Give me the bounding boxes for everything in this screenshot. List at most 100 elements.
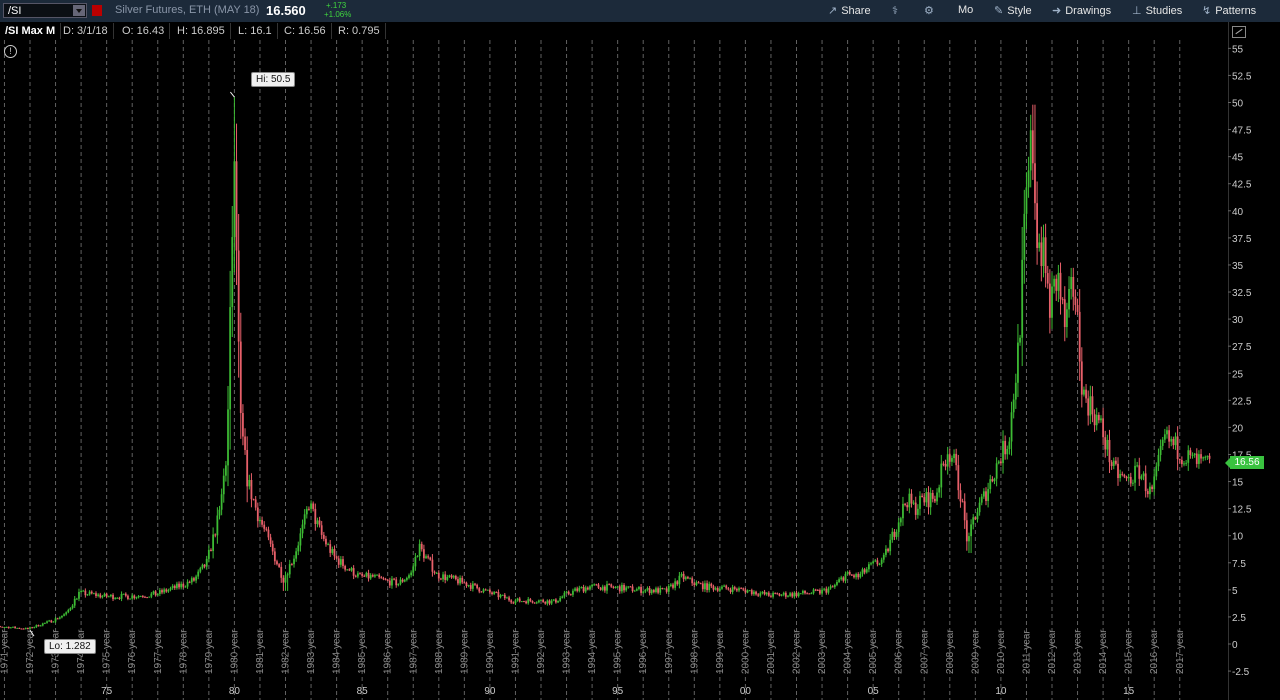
candle-body-up <box>303 514 306 525</box>
candle-body-up <box>1070 276 1073 290</box>
candle-body-down <box>20 628 23 630</box>
candle-body-up <box>938 487 941 493</box>
info-high: H: 16.895 <box>172 23 231 39</box>
year-label: 2014 year <box>1098 629 1109 674</box>
candle-body-up <box>3 626 6 628</box>
candle-body-down <box>961 501 964 503</box>
y-tick-label: 27.5 <box>1232 342 1252 353</box>
candle-body-up <box>163 589 166 593</box>
candle-body-up <box>327 544 329 546</box>
candle-body-down <box>691 578 694 584</box>
candle-body-up <box>731 587 734 592</box>
candle-body-down <box>99 594 102 598</box>
candle-body-down <box>290 564 293 566</box>
change-absolute: +.173 <box>326 1 347 10</box>
candle-body-up <box>759 593 762 596</box>
candle-body-down <box>478 588 481 592</box>
candle-body-down <box>239 341 242 414</box>
symbol-dropdown-icon[interactable] <box>73 5 85 16</box>
candle-body-up <box>968 536 970 542</box>
candle-body-up <box>122 593 125 595</box>
timeframe-button[interactable]: Mo <box>958 4 973 16</box>
year-label: 2005 year <box>868 629 879 674</box>
candle-body-up <box>970 524 972 537</box>
candle-body-down <box>687 577 689 579</box>
candle-body-up <box>35 625 38 628</box>
style-button[interactable]: ✎ Style <box>994 4 1032 17</box>
candle-body-down <box>510 600 513 603</box>
candle-body-down <box>450 575 453 578</box>
candle-body-down <box>763 591 766 595</box>
candle-body-down <box>582 586 585 592</box>
candle-body-down <box>431 559 434 572</box>
candle-body-up <box>982 491 985 497</box>
candle-body-down <box>1114 460 1117 464</box>
candle-body-down <box>388 580 391 586</box>
candle-body-up <box>793 592 796 597</box>
candle-body-down <box>267 529 270 538</box>
candle-body-down <box>676 581 679 585</box>
settings-button[interactable]: ⚙ <box>924 4 938 17</box>
y-tick-label: 20 <box>1232 423 1244 434</box>
candle-body-up <box>789 593 792 596</box>
expand-icon[interactable] <box>1232 26 1246 38</box>
candle-body-down <box>727 588 730 590</box>
flask-button[interactable]: ⚕ <box>892 4 902 17</box>
candle-body-down <box>1102 418 1104 438</box>
candle-body-up <box>633 590 636 592</box>
year-label: 1987 year <box>408 629 419 674</box>
candle-body-up <box>506 597 508 599</box>
year-label: 1980 year <box>229 629 240 674</box>
symbol-input[interactable]: /SI <box>3 3 87 18</box>
candle-body-down <box>469 585 472 589</box>
candle-body-down <box>1104 437 1107 450</box>
candle-body-up <box>840 577 843 580</box>
candle-body-down <box>701 583 704 590</box>
candle-body-down <box>965 520 968 542</box>
share-button[interactable]: ↗ Share <box>828 4 871 17</box>
candle-body-down <box>1125 476 1128 479</box>
candle-body-down <box>278 564 281 567</box>
candle-body-down <box>985 491 987 501</box>
year-label: 1988 year <box>434 629 445 674</box>
candle-body-down <box>742 588 745 590</box>
candle-body-down <box>1123 474 1126 477</box>
candle-body-down <box>337 558 340 565</box>
candle-body-down <box>1144 473 1147 492</box>
candle-body-down <box>1108 439 1111 463</box>
year-label: 1989 year <box>459 629 470 674</box>
candle-body-down <box>237 250 240 342</box>
candle-body-up <box>227 409 229 466</box>
candle-body-up <box>356 573 359 577</box>
drawings-button[interactable]: ➜ Drawings <box>1052 4 1111 17</box>
info-icon[interactable]: ! <box>4 45 17 58</box>
candle-body-up <box>550 600 553 604</box>
candle-body-up <box>919 495 921 509</box>
candle-body-down <box>497 592 500 598</box>
candle-body-up <box>486 589 489 591</box>
patterns-button[interactable]: ↯ Patterns <box>1202 4 1256 17</box>
last-price-tag: 16.56 <box>1225 456 1264 469</box>
candle-body-down <box>214 534 217 536</box>
candle-body-down <box>26 627 29 629</box>
candle-body-down <box>84 590 87 596</box>
candle-body-up <box>301 524 304 534</box>
candle-body-down <box>1195 453 1198 464</box>
flag-icon[interactable] <box>92 5 102 16</box>
candle-body-down <box>491 592 493 595</box>
candle-body-up <box>540 599 542 601</box>
candle-body-up <box>78 591 80 599</box>
year-label: 2008 year <box>945 629 956 674</box>
price-chart[interactable]: 1970 year1971 year1972 year1973 year1974… <box>0 40 1228 700</box>
candle-body-up <box>493 592 496 595</box>
info-low: L: 16.1 <box>233 23 278 39</box>
timeframe-label: Mo <box>958 4 974 16</box>
candle-body-up <box>621 585 623 592</box>
candle-body-up <box>829 586 832 589</box>
candle-body-up <box>601 586 604 590</box>
candle-body-up <box>71 605 74 609</box>
candle-body-down <box>210 549 212 552</box>
studies-button[interactable]: ⊥ Studies <box>1132 4 1182 17</box>
year-label: 1995 year <box>613 629 624 674</box>
candle-body-down <box>361 573 364 576</box>
